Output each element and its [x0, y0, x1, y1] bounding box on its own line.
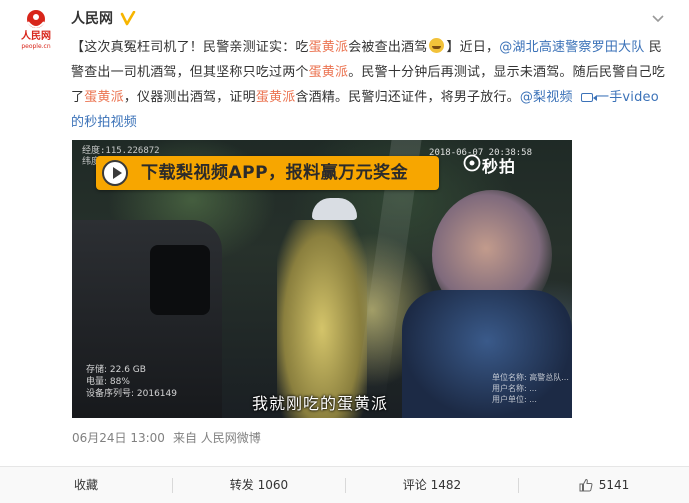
repost-count: 1060 [257, 478, 289, 492]
text-segment: 含酒精。民警归还证件，将男子放行。 [295, 90, 520, 105]
scene-officer-cap [312, 198, 357, 220]
corner-info-line: 用户单位: ... [492, 395, 537, 404]
action-bar: 收藏 转发 1060 评论 1482 5141 [0, 466, 689, 503]
scene-car-window [150, 245, 210, 315]
svg-text:人民网: 人民网 [21, 29, 51, 42]
thumbs-up-icon [579, 478, 593, 492]
post-meta: 06月24日 13:00 来自 人民网微博 [72, 431, 261, 445]
video-subtitle: 我就刚吃的蛋黄派 [252, 394, 389, 413]
device-info-line: 设备序列号: 2016149 [86, 389, 177, 399]
video-player[interactable]: 经度:115.226872 纬度: 2018-06-07 20:38:58 秒拍… [72, 140, 572, 418]
post-text: 【这次真冤枉司机了！民警亲测证实：吃蛋黄派会被查出酒驾 】近日，@湖北高速警察罗田… [71, 35, 671, 135]
comment-count: 1482 [430, 478, 462, 492]
miaopai-label: 秒拍 [482, 157, 517, 176]
weibo-post-card: 人民网 people.cn 人民网 【这次真冤枉司机了！民警亲测证实：吃蛋黄派会… [0, 0, 689, 503]
source-link[interactable]: 人民网微博 [201, 431, 261, 445]
comment-label: 评论 [402, 478, 427, 492]
highlight-keyword[interactable]: 蛋黄派 [309, 40, 349, 55]
corner-info-line: 单位名称: 高警总队... [492, 373, 569, 382]
verified-badge-icon [120, 11, 136, 26]
video-link-icon [581, 93, 597, 102]
repost-button[interactable]: 转发 1060 [173, 467, 345, 503]
text-segment: 】近日， [446, 40, 500, 55]
play-icon [102, 160, 128, 186]
mention-link[interactable]: @梨视频 [520, 90, 573, 105]
svg-text:people.cn: people.cn [21, 43, 51, 50]
miaopai-logo-icon [463, 154, 481, 172]
scene-officer [277, 220, 367, 418]
ad-text: 下载梨视频APP，报料赢万元奖金 [141, 163, 409, 183]
source-prefix: 来自 [172, 431, 197, 445]
username[interactable]: 人民网 [71, 9, 113, 29]
chevron-down-icon[interactable] [649, 10, 667, 28]
repost-label: 转发 [229, 478, 254, 492]
like-button[interactable]: 5141 [519, 467, 689, 503]
post-date[interactable]: 06月24日 13:00 [72, 431, 165, 445]
corner-info-line: 用户名称: ... [492, 384, 537, 393]
device-info: 存储: 22.6 GB 电量: 88% 设备序列号: 2016149 [86, 364, 177, 400]
device-info-line: 存储: 22.6 GB [86, 365, 146, 375]
text-segment: 会被查出酒驾 [348, 40, 428, 55]
favorite-button[interactable]: 收藏 [0, 467, 172, 503]
corner-info: 单位名称: 高警总队... 用户名称: ... 用户单位: ... [492, 372, 569, 405]
device-info-line: 电量: 88% [86, 377, 130, 387]
avatar[interactable]: 人民网 people.cn [14, 6, 58, 50]
ad-banner[interactable]: 下载梨视频APP，报料赢万元奖金 [96, 156, 439, 190]
highlight-keyword[interactable]: 蛋黄派 [309, 65, 349, 80]
comment-button[interactable]: 评论 1482 [346, 467, 518, 503]
text-segment: 【这次真冤枉司机了！民警亲测证实：吃 [71, 40, 309, 55]
emoji-icon [429, 38, 445, 53]
highlight-keyword[interactable]: 蛋黄派 [84, 90, 124, 105]
mention-link[interactable]: @湖北高速警察罗田大队 [499, 40, 644, 55]
highlight-keyword[interactable]: 蛋黄派 [256, 90, 296, 105]
favorite-label: 收藏 [73, 478, 98, 492]
text-segment: ，仪器测出酒驾，证明 [123, 90, 256, 105]
like-count: 5141 [598, 478, 630, 492]
